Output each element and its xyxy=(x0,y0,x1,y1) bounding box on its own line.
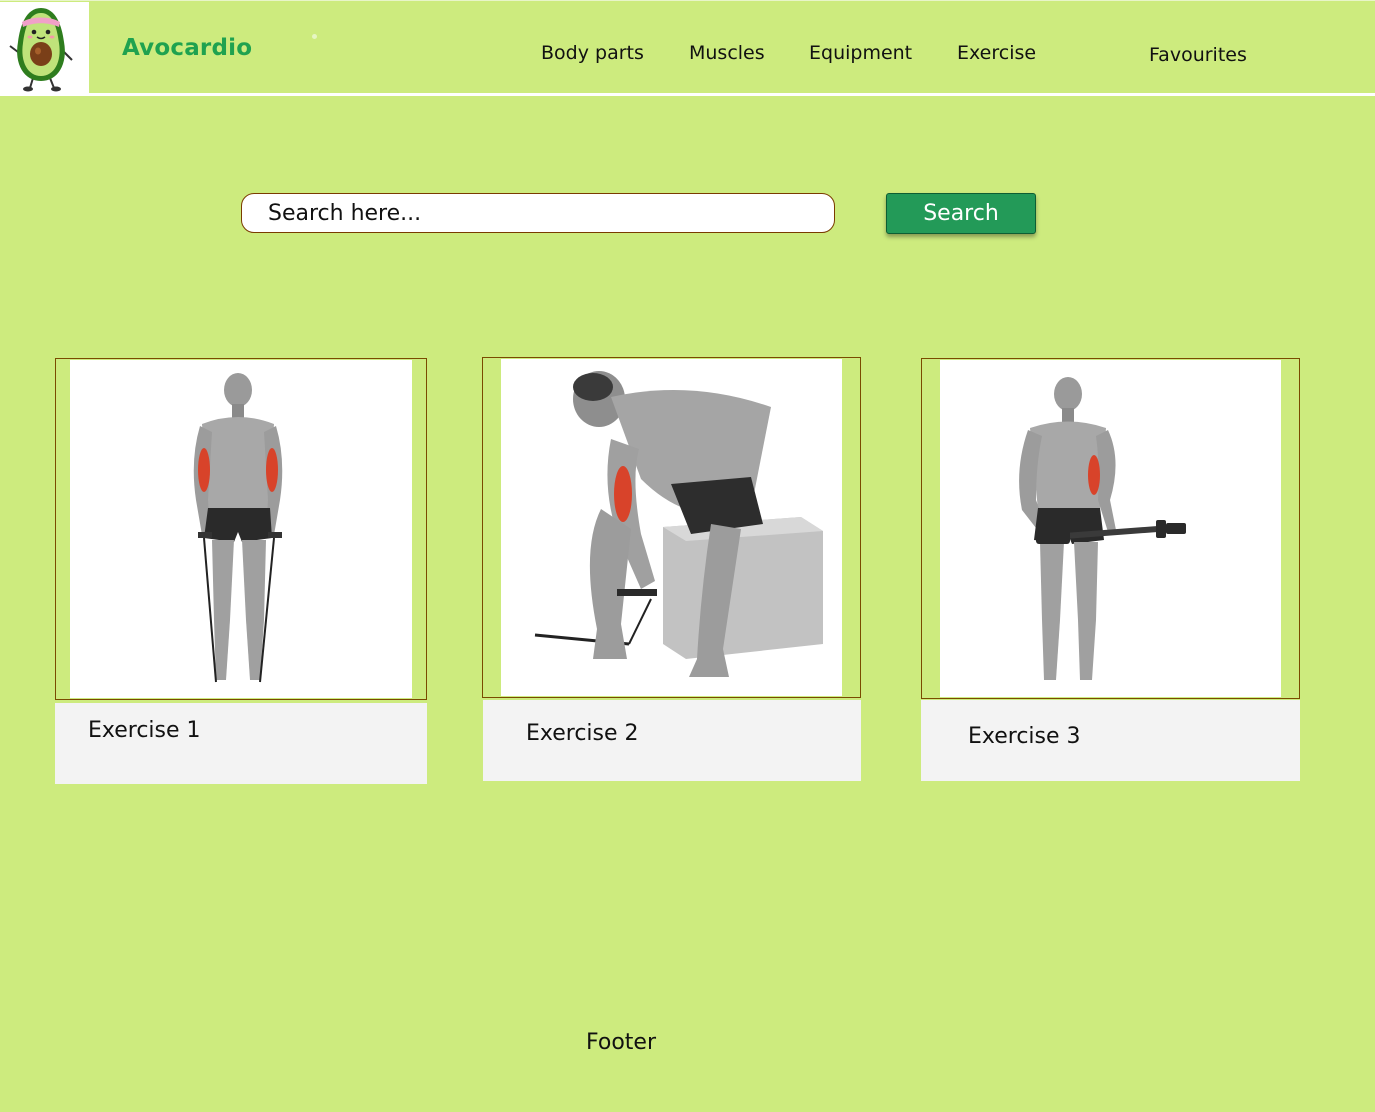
barbell-curl-illustration[interactable] xyxy=(940,360,1281,697)
decorative-dot xyxy=(312,34,317,39)
nav-item-favourites[interactable]: Favourites xyxy=(1149,44,1247,66)
footer: Footer xyxy=(586,1030,656,1055)
page: Avocardio Body parts Muscles Equipment E… xyxy=(0,0,1375,1112)
logo[interactable] xyxy=(0,2,89,93)
card-title: Exercise 3 xyxy=(968,724,1081,749)
card-label-box: Exercise 2 xyxy=(483,700,861,781)
search-button[interactable]: Search xyxy=(886,193,1036,234)
brand-name[interactable]: Avocardio xyxy=(122,35,252,61)
avocado-mascot-icon xyxy=(9,8,73,92)
nav-item-muscles[interactable]: Muscles xyxy=(689,42,765,64)
header-divider xyxy=(0,93,1375,96)
nav-item-equipment[interactable]: Equipment xyxy=(809,42,912,64)
card-label-box: Exercise 3 xyxy=(921,700,1300,781)
seated-cable-curl-illustration[interactable] xyxy=(501,359,842,696)
card-title: Exercise 2 xyxy=(526,721,639,746)
nav-item-exercise[interactable]: Exercise xyxy=(957,42,1036,64)
top-navbar: Avocardio Body parts Muscles Equipment E… xyxy=(0,0,1375,93)
search-input[interactable] xyxy=(241,193,835,233)
card-title: Exercise 1 xyxy=(88,718,201,743)
band-curl-illustration[interactable] xyxy=(70,360,412,698)
card-label-box: Exercise 1 xyxy=(55,703,427,784)
nav-item-body-parts[interactable]: Body parts xyxy=(541,42,644,64)
